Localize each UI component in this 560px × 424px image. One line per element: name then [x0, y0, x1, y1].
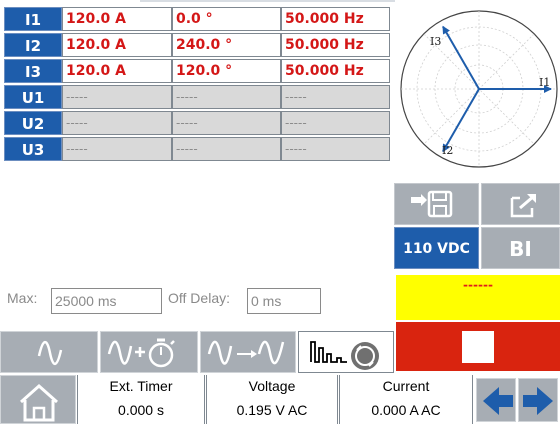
magnitude-field: -----: [62, 85, 172, 109]
channel-label[interactable]: U3: [4, 137, 62, 161]
magnitude-field: -----: [62, 137, 172, 161]
vector-diagram: I1 I2 I3: [400, 10, 558, 168]
frequency-field[interactable]: 50.000 Hz: [281, 33, 390, 57]
magnitude-field: -----: [62, 111, 172, 135]
channel-row-i3: I3 120.0 A 120.0 ° 50.000 Hz: [4, 59, 390, 83]
vector-label-i1: I1: [539, 76, 550, 89]
tab-sequence[interactable]: [298, 331, 394, 373]
stop-icon: [462, 331, 494, 363]
frequency-field[interactable]: 50.000 Hz: [281, 7, 390, 31]
export-icon: [510, 194, 536, 218]
export-button[interactable]: [481, 183, 560, 225]
prev-button[interactable]: [476, 378, 516, 422]
sine-ramp-icon: [207, 340, 285, 365]
sine-wave-icon: [37, 340, 63, 366]
phase-field[interactable]: 120.0 °: [172, 59, 281, 83]
save-to-disk-icon: [411, 190, 453, 218]
sine-timer-icon: [107, 338, 175, 368]
home-icon: [20, 383, 58, 422]
save-button[interactable]: [394, 183, 479, 225]
vector-label-i3: I3: [430, 35, 441, 48]
frequency-field[interactable]: 50.000 Hz: [281, 59, 390, 83]
phase-field: -----: [172, 111, 281, 135]
off-delay-input[interactable]: 0 ms: [247, 288, 321, 314]
frequency-field: -----: [281, 137, 390, 161]
voltage-title: Voltage: [248, 378, 296, 394]
channel-label[interactable]: U2: [4, 111, 62, 135]
phase-field[interactable]: 0.0 °: [172, 7, 281, 31]
max-time-input[interactable]: 25000 ms: [51, 288, 162, 314]
vector-label-i2: I2: [442, 144, 453, 157]
channel-row-u3: U3 ----- ----- -----: [4, 137, 390, 161]
current-display: Current 0.000 A AC: [339, 375, 473, 424]
phase-field[interactable]: 240.0 °: [172, 33, 281, 57]
arrow-left-icon: [483, 387, 513, 415]
channel-label[interactable]: U1: [4, 85, 62, 109]
home-button[interactable]: [0, 375, 76, 424]
magnitude-field[interactable]: 120.0 A: [62, 33, 172, 57]
aux-voltage-button[interactable]: 110 VDC: [394, 227, 479, 269]
tab-sine[interactable]: [0, 331, 98, 373]
ext-timer-title: Ext. Timer: [109, 378, 173, 394]
current-title: Current: [382, 378, 430, 394]
channel-row-u2: U2 ----- ----- -----: [4, 111, 390, 135]
voltage-value: 0.195 V AC: [236, 402, 308, 418]
tab-sine-timer[interactable]: [100, 331, 198, 373]
ext-timer-value: 0.000 s: [118, 402, 164, 418]
vector-diagram-panel[interactable]: I1 I2 I3: [394, 2, 560, 177]
phase-field: -----: [172, 137, 281, 161]
channel-row-u1: U1 ----- ----- -----: [4, 85, 390, 109]
current-value: 0.000 A AC: [371, 402, 441, 418]
voltage-display: Voltage 0.195 V AC: [206, 375, 338, 424]
next-button[interactable]: [518, 378, 558, 422]
stop-button[interactable]: [396, 322, 560, 371]
channel-row-i1: I1 120.0 A 0.0 ° 50.000 Hz: [4, 7, 390, 31]
magnitude-field[interactable]: 120.0 A: [62, 59, 172, 83]
tab-sine-ramp[interactable]: [200, 331, 296, 373]
header-divider: [140, 0, 395, 2]
channel-label[interactable]: I2: [4, 33, 62, 57]
magnitude-field[interactable]: 120.0 A: [62, 7, 172, 31]
off-delay-label: Off Delay:: [168, 290, 230, 306]
binary-input-button[interactable]: BI: [481, 227, 560, 269]
channel-label[interactable]: I3: [4, 59, 62, 83]
ext-timer-display: Ext. Timer 0.000 s: [77, 375, 205, 424]
max-time-label: Max:: [7, 290, 38, 306]
sequence-icon: [310, 341, 379, 370]
channel-row-i2: I2 120.0 A 240.0 ° 50.000 Hz: [4, 33, 390, 57]
trip-status-text: ------: [463, 278, 493, 292]
phase-field: -----: [172, 85, 281, 109]
channel-label[interactable]: I1: [4, 7, 62, 31]
arrow-right-icon: [523, 387, 553, 415]
frequency-field: -----: [281, 111, 390, 135]
frequency-field: -----: [281, 85, 390, 109]
trip-status-indicator: ------: [396, 275, 560, 320]
